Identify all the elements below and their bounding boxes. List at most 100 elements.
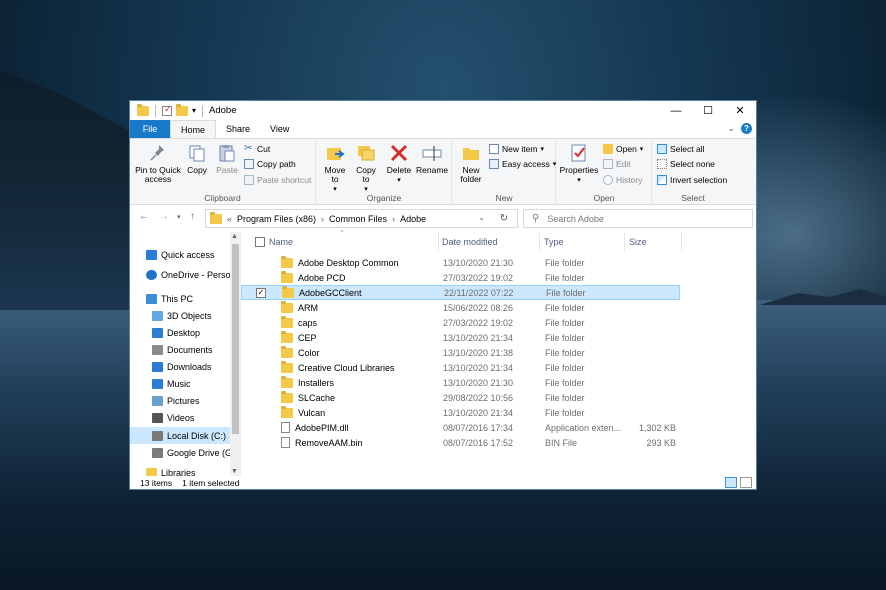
file-type: File folder bbox=[545, 272, 585, 283]
scroll-thumb[interactable] bbox=[232, 244, 239, 434]
file-row[interactable]: Color 13/10/2020 21:38 File folder bbox=[241, 345, 680, 360]
easy-access-button[interactable]: Easy access ▾ bbox=[489, 159, 556, 169]
nav-item-libraries[interactable]: Libraries bbox=[130, 464, 230, 476]
properties-button[interactable]: Properties ▾ bbox=[559, 141, 599, 185]
address-dropdown-icon[interactable]: ⌄ bbox=[478, 213, 485, 222]
open-button[interactable]: Open ▾ bbox=[603, 144, 643, 154]
history-button[interactable]: History bbox=[603, 175, 642, 185]
file-row[interactable]: ✓ AdobeGCClient 22/11/2022 07:22 File folde… bbox=[241, 285, 680, 300]
file-row[interactable]: Adobe PCD 27/03/2022 19:02 File folder bbox=[241, 270, 680, 285]
details-view-button[interactable] bbox=[725, 477, 737, 488]
breadcrumb-common-files[interactable]: Common Files bbox=[329, 214, 387, 224]
scroll-down-icon[interactable]: ▼ bbox=[231, 468, 238, 475]
search-box[interactable]: ⚲ Search Adobe bbox=[523, 209, 753, 228]
file-row[interactable]: AdobePIM.dll 08/07/2016 17:34 Application … bbox=[241, 420, 680, 435]
select-none-label: Select none bbox=[670, 159, 715, 169]
refresh-button[interactable]: ↻ bbox=[491, 209, 518, 228]
column-header-name[interactable]: Name bbox=[269, 232, 293, 252]
move-to-button[interactable]: Move to ▾ bbox=[321, 141, 349, 194]
select-all-checkbox[interactable] bbox=[255, 237, 265, 247]
nav-item-documents[interactable]: Documents bbox=[130, 341, 230, 358]
column-header-type[interactable]: Type bbox=[544, 232, 564, 252]
nav-item-desktop[interactable]: Desktop bbox=[130, 324, 230, 341]
rename-button[interactable]: Rename bbox=[416, 141, 448, 175]
nav-item-downloads[interactable]: Downloads bbox=[130, 358, 230, 375]
nav-item-label: Pictures bbox=[167, 395, 200, 406]
row-checkbox[interactable]: ✓ bbox=[256, 287, 266, 298]
easy-access-icon bbox=[489, 159, 499, 169]
new-folder-button[interactable]: New folder bbox=[455, 141, 487, 184]
large-icons-view-button[interactable] bbox=[740, 477, 752, 488]
breadcrumb-adobe[interactable]: Adobe bbox=[400, 214, 426, 224]
breadcrumb-program-files[interactable]: Program Files (x86) bbox=[237, 214, 316, 224]
back-arrow-icon[interactable]: ← bbox=[139, 211, 149, 222]
file-row[interactable]: Installers 13/10/2020 21:30 File folder bbox=[241, 375, 680, 390]
pin-quick-access-button[interactable]: Pin to Quick access bbox=[134, 141, 182, 184]
minimize-button[interactable]: — bbox=[660, 101, 692, 120]
column-header-date[interactable]: Date modified bbox=[442, 232, 498, 252]
nav-item-label: Libraries bbox=[161, 467, 196, 477]
copy-button[interactable]: Copy bbox=[184, 141, 210, 175]
file-row[interactable]: caps 27/03/2022 19:02 File folder bbox=[241, 315, 680, 330]
nav-item-onedrive-person[interactable]: OneDrive - Person bbox=[130, 266, 230, 283]
file-row[interactable]: CEP 13/10/2020 21:34 File folder bbox=[241, 330, 680, 345]
maximize-button[interactable]: ☐ bbox=[692, 101, 724, 120]
easy-access-label: Easy access bbox=[502, 159, 550, 169]
navigation-scrollbar[interactable]: ▲ ▼ bbox=[230, 232, 241, 476]
tab-home[interactable]: Home bbox=[170, 120, 217, 138]
file-row[interactable]: RemoveAAM.bin 08/07/2016 17:52 BIN File 293… bbox=[241, 435, 680, 450]
tab-file[interactable]: File bbox=[130, 120, 170, 138]
download-icon bbox=[152, 361, 163, 372]
nav-item-music[interactable]: Music bbox=[130, 375, 230, 392]
expand-ribbon-icon[interactable]: ⌄ bbox=[727, 123, 735, 134]
file-row[interactable]: SLCache 29/08/2022 10:56 File folder bbox=[241, 390, 680, 405]
close-button[interactable]: ✕ bbox=[724, 101, 756, 120]
properties-check-icon[interactable]: ✓ bbox=[162, 104, 172, 116]
paste-button[interactable]: Paste bbox=[214, 141, 240, 175]
chevron-right-icon[interactable]: › bbox=[321, 214, 324, 224]
nav-item-local-disk-c[interactable]: Local Disk (C:) bbox=[130, 427, 230, 444]
nav-item-google-drive-g[interactable]: Google Drive (G: bbox=[130, 444, 230, 461]
paste-shortcut-button[interactable]: Paste shortcut bbox=[244, 175, 311, 185]
file-row[interactable]: Vulcan 13/10/2020 21:34 File folder bbox=[241, 405, 680, 420]
file-row[interactable]: Creative Cloud Libraries 13/10/2020 21:34… bbox=[241, 360, 680, 375]
chevron-right-icon[interactable]: › bbox=[392, 214, 395, 224]
tab-view[interactable]: View bbox=[260, 120, 299, 138]
select-all-icon bbox=[657, 144, 667, 154]
folder-icon bbox=[281, 360, 293, 373]
nav-item-3d-objects[interactable]: 3D Objects bbox=[130, 307, 230, 324]
nav-item-pictures[interactable]: Pictures bbox=[130, 392, 230, 409]
edit-button[interactable]: Edit bbox=[603, 159, 631, 169]
cut-button[interactable]: ✂ Cut bbox=[244, 144, 270, 155]
nav-item-quick-access[interactable]: Quick access bbox=[130, 246, 230, 263]
file-name: Color bbox=[298, 347, 320, 358]
new-item-button[interactable]: New item ▾ bbox=[489, 144, 544, 154]
overflow-chevron[interactable]: « bbox=[227, 214, 232, 224]
file-name: Installers bbox=[298, 377, 335, 388]
scroll-up-icon[interactable]: ▲ bbox=[231, 233, 238, 240]
file-size: 293 KB bbox=[646, 437, 676, 448]
tab-share[interactable]: Share bbox=[216, 120, 260, 138]
file-type: File folder bbox=[546, 287, 586, 298]
new-folder-icon[interactable] bbox=[176, 103, 188, 116]
folder-icon bbox=[281, 330, 293, 343]
select-all-button[interactable]: Select all bbox=[657, 144, 705, 154]
organize-group: Move to ▾ Copy to ▾ Delete ▾ Rename Orga… bbox=[317, 139, 452, 205]
column-header-size[interactable]: Size bbox=[629, 232, 647, 252]
document-icon bbox=[152, 344, 163, 355]
up-arrow-icon[interactable]: ↑ bbox=[190, 211, 195, 222]
copy-to-button[interactable]: Copy to ▾ bbox=[352, 141, 380, 194]
recent-chevron-icon[interactable]: ▾ bbox=[177, 213, 181, 221]
file-row[interactable]: Adobe Desktop Common 13/10/2020 21:30 File… bbox=[241, 255, 680, 270]
delete-button[interactable]: Delete ▾ bbox=[385, 141, 413, 185]
nav-item-videos[interactable]: Videos bbox=[130, 409, 230, 426]
file-row[interactable]: ARM 15/06/2022 08:26 File folder bbox=[241, 300, 680, 315]
customize-chevron-icon[interactable]: ▾ bbox=[192, 106, 196, 115]
invert-selection-button[interactable]: Invert selection bbox=[657, 175, 727, 185]
help-icon[interactable]: ? bbox=[741, 123, 752, 134]
forward-arrow-icon[interactable]: → bbox=[159, 211, 169, 222]
copy-path-button[interactable]: Copy path bbox=[244, 159, 296, 169]
select-none-button[interactable]: Select none bbox=[657, 159, 715, 169]
address-bar[interactable]: « Program Files (x86) › Common Files › A… bbox=[205, 209, 518, 228]
nav-item-this-pc[interactable]: This PC bbox=[130, 290, 230, 307]
